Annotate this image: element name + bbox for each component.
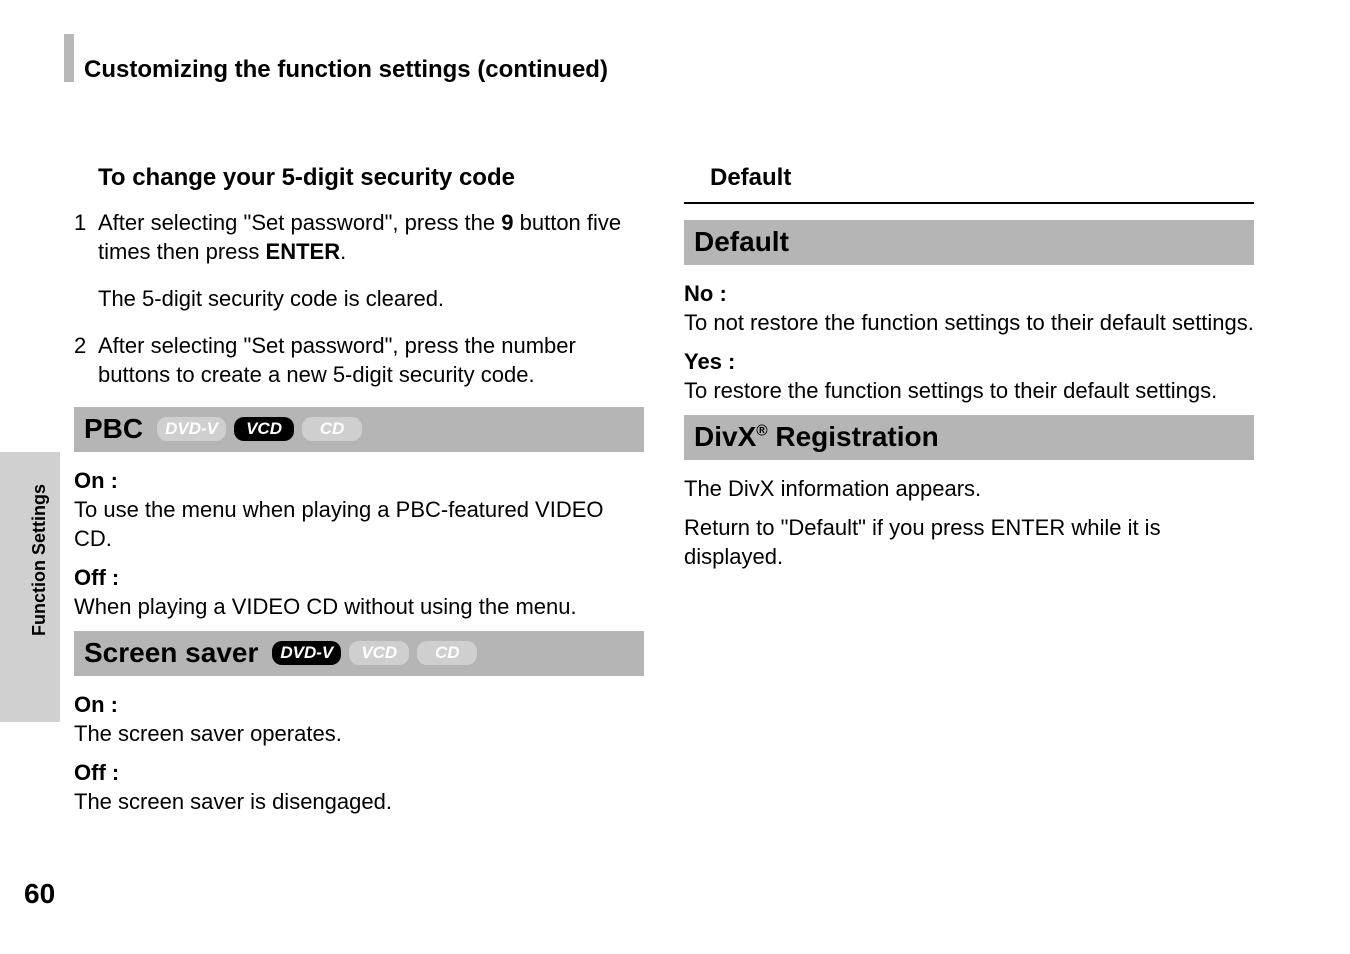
two-column-layout: To change your 5-digit security code 1 A… <box>74 162 1280 826</box>
text-fragment: Registration <box>768 421 939 452</box>
right-column: Default Default No : To not restore the … <box>684 162 1254 826</box>
step-1-result: The 5-digit security code is cleared. <box>98 284 644 313</box>
change-code-heading: To change your 5-digit security code <box>98 162 644 194</box>
pbc-section-bar: PBC DVD-V VCD CD <box>74 407 644 452</box>
screensaver-on-label: On : <box>74 690 644 719</box>
screensaver-section-bar: Screen saver DVD-V VCD CD <box>74 631 644 676</box>
side-section-label: Function Settings <box>29 484 50 636</box>
key-name: 9 <box>501 210 513 235</box>
pbc-title: PBC <box>84 411 143 448</box>
pbc-on-label: On : <box>74 466 644 495</box>
default-title: Default <box>694 224 789 261</box>
step-number: 1 <box>74 208 98 266</box>
badge-dvd-v: DVD-V <box>157 417 226 441</box>
default-section-bar: Default <box>684 220 1254 265</box>
divx-line1: The DivX information appears. <box>684 474 1254 503</box>
step-1: 1 After selecting "Set password", press … <box>74 208 644 266</box>
screensaver-title: Screen saver <box>84 635 258 672</box>
heading-marker <box>64 34 74 82</box>
summary-heading: Default <box>710 162 1254 194</box>
screensaver-off-label: Off : <box>74 758 644 787</box>
default-no-label: No : <box>684 279 1254 308</box>
default-yes-desc: To restore the function settings to thei… <box>684 376 1254 405</box>
badge-cd: CD <box>302 417 362 441</box>
text-fragment: DivX <box>694 421 756 452</box>
left-column: To change your 5-digit security code 1 A… <box>74 162 644 826</box>
screensaver-on-desc: The screen saver operates. <box>74 719 644 748</box>
step-number: 2 <box>74 331 98 389</box>
badge-vcd: VCD <box>234 417 294 441</box>
text-fragment: After selecting "Set password", press th… <box>98 210 501 235</box>
page-number: 60 <box>24 878 55 910</box>
summary-rule <box>684 202 1254 204</box>
badge-vcd: VCD <box>349 641 409 665</box>
pbc-off-desc: When playing a VIDEO CD without using th… <box>74 592 644 621</box>
screensaver-off-desc: The screen saver is disengaged. <box>74 787 644 816</box>
registered-symbol: ® <box>756 422 767 439</box>
default-yes-label: Yes : <box>684 347 1254 376</box>
step-text: After selecting "Set password", press th… <box>98 208 644 266</box>
default-no-desc: To not restore the function settings to … <box>684 308 1254 337</box>
step-2: 2 After selecting "Set password", press … <box>74 331 644 389</box>
badge-cd: CD <box>417 641 477 665</box>
divx-title: DivX® Registration <box>694 419 939 456</box>
divx-line2: Return to "Default" if you press ENTER w… <box>684 513 1254 571</box>
continued-title: Customizing the function settings (conti… <box>84 56 608 84</box>
pbc-on-desc: To use the menu when playing a PBC-featu… <box>74 495 644 553</box>
step-text: After selecting "Set password", press th… <box>98 331 644 389</box>
text-fragment: . <box>340 239 346 264</box>
divx-section-bar: DivX® Registration <box>684 415 1254 460</box>
badge-dvd-v: DVD-V <box>272 641 341 665</box>
key-name: ENTER <box>266 239 341 264</box>
pbc-off-label: Off : <box>74 563 644 592</box>
manual-page: Function Settings 60 Customizing the fun… <box>0 0 1350 954</box>
